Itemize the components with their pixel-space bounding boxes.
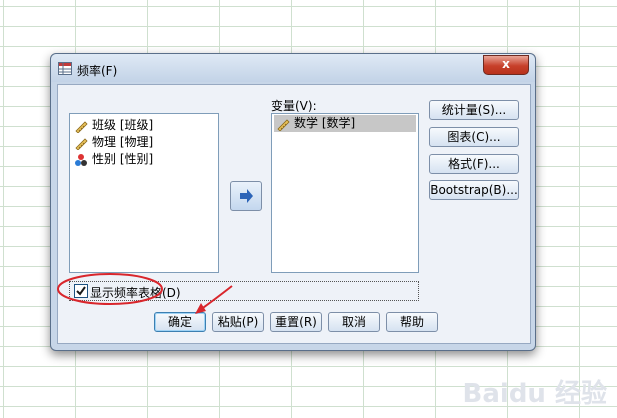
reset-button[interactable]: 重置(R) <box>270 312 322 332</box>
move-variable-button[interactable] <box>230 181 262 211</box>
list-item-label: 性别 [性别] <box>92 152 154 166</box>
checkbox-label: 显示频率表格(D) <box>90 286 181 300</box>
show-frequency-tables-row: 显示频率表格(D) <box>69 281 419 301</box>
list-item-class[interactable]: 班级 [班级] <box>70 117 218 134</box>
nominal-balls-icon <box>75 154 87 166</box>
dialog-title: 频率(F) <box>77 64 118 78</box>
charts-button[interactable]: 图表(C)... <box>429 127 519 147</box>
list-item-label: 物理 [物理] <box>92 135 154 149</box>
paste-button[interactable]: 粘贴(P) <box>212 312 264 332</box>
cancel-button[interactable]: 取消 <box>328 312 380 332</box>
statistics-button[interactable]: 统计量(S)... <box>429 100 519 120</box>
ruler-scale-icon <box>75 138 88 150</box>
ruler-scale-icon <box>277 119 290 131</box>
ruler-scale-icon <box>75 121 88 133</box>
ok-button[interactable]: 确定 <box>154 312 206 332</box>
list-item-physics[interactable]: 物理 [物理] <box>70 134 218 151</box>
source-variable-list[interactable]: 班级 [班级] 物理 [物理] 性别 [性别] <box>69 113 219 273</box>
frequency-table-icon <box>58 62 72 75</box>
variables-label: 变量(V): <box>271 99 317 113</box>
close-button[interactable]: x <box>483 55 529 75</box>
close-icon: x <box>502 57 510 71</box>
dialog-titlebar[interactable]: 频率(F) x <box>51 54 535 82</box>
help-button[interactable]: 帮助 <box>386 312 438 332</box>
baidu-watermark: Baidu 经验 <box>462 379 607 409</box>
dialog-body: 班级 [班级] 物理 [物理] 性别 [性别] 变量(V): 数学 [数学] 统… <box>57 84 531 344</box>
format-button[interactable]: 格式(F)... <box>429 154 519 174</box>
frequencies-dialog: 频率(F) x 班级 [班级] 物理 [物理] 性别 [性别] 变量(V): 数… <box>50 53 536 351</box>
list-item-math[interactable]: 数学 [数学] <box>274 115 416 132</box>
checkmark-icon <box>76 286 86 296</box>
show-frequency-tables-checkbox[interactable] <box>74 284 88 298</box>
list-item-label: 数学 [数学] <box>294 116 356 130</box>
bootstrap-button[interactable]: Bootstrap(B)... <box>429 180 519 200</box>
target-variable-list[interactable]: 数学 [数学] <box>271 113 419 273</box>
list-item-gender[interactable]: 性别 [性别] <box>70 151 218 168</box>
list-item-label: 班级 [班级] <box>92 118 154 132</box>
arrow-right-icon <box>240 189 253 203</box>
